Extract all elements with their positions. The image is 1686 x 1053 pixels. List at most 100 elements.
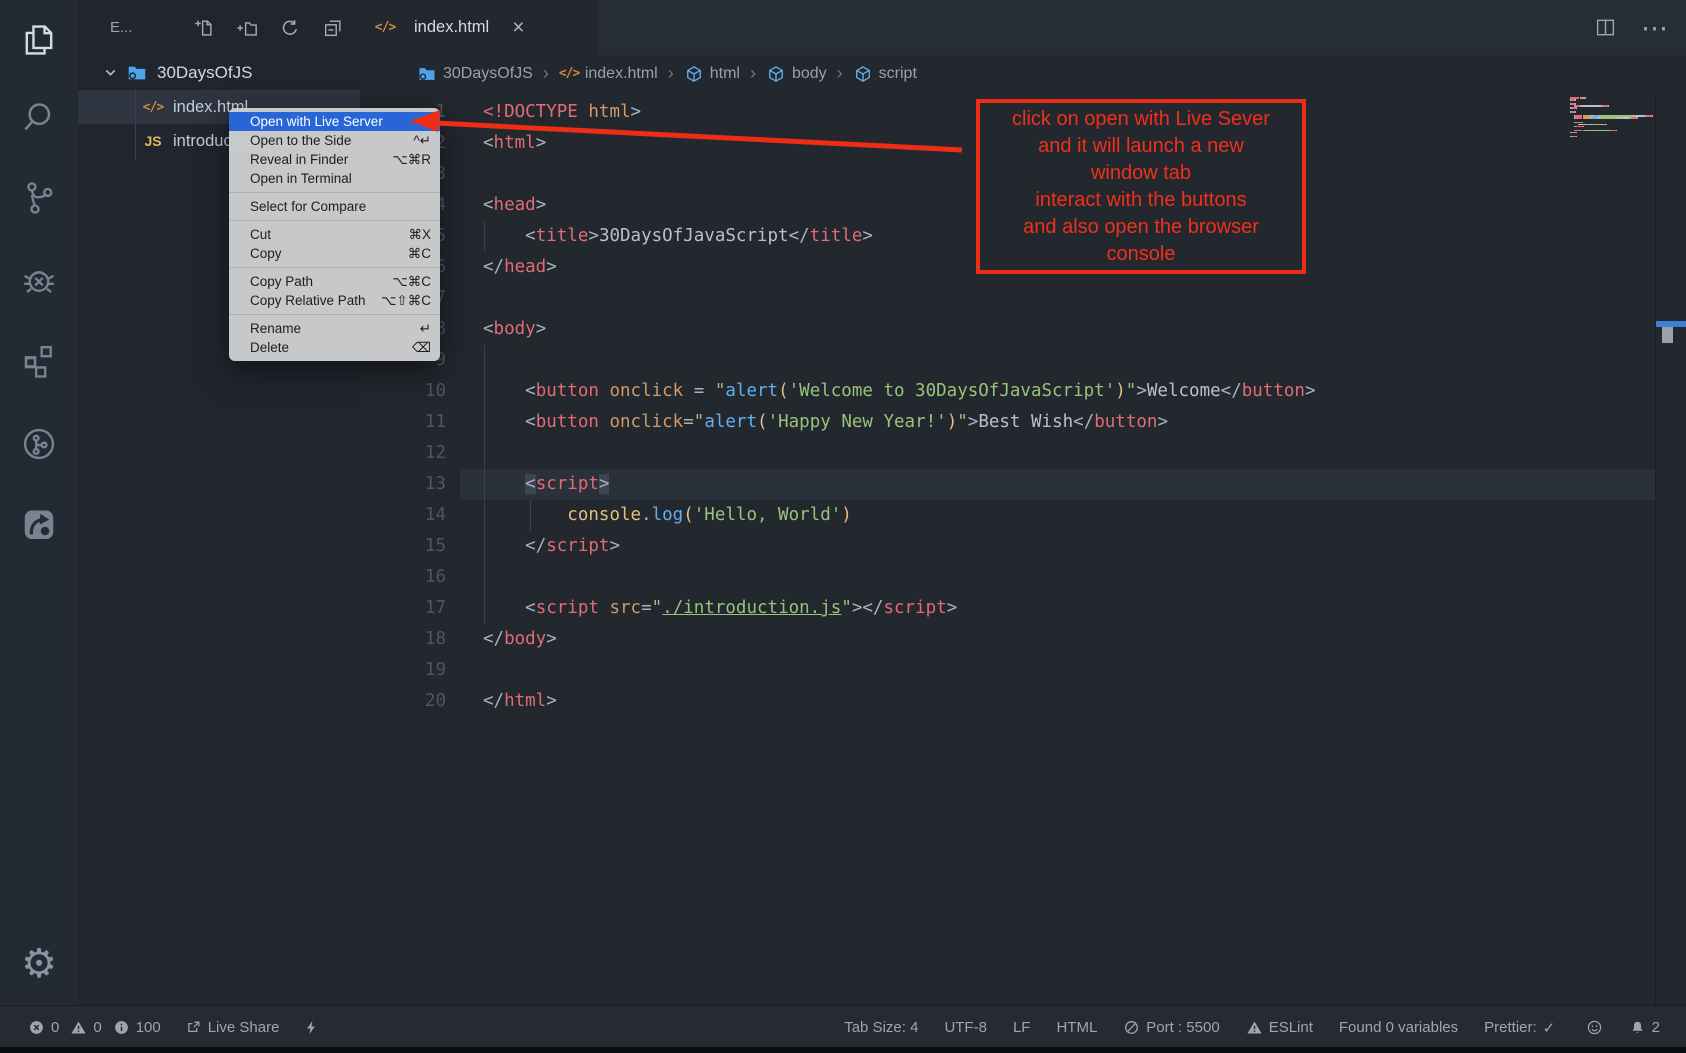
menu-item-label: Cut [250,227,271,242]
menu-item-label: Select for Compare [250,199,366,214]
menu-item-label: Open with Live Server [250,114,383,129]
activity-item-settings[interactable]: ⚙ [0,944,78,982]
activity-item-explorer[interactable] [0,21,78,59]
html-file-icon: </> [559,64,579,84]
status-label: Live Share [208,1019,280,1036]
breadcrumb-item-html[interactable]: html [684,64,740,84]
line-number: 18 [360,624,446,655]
line-number: 17 [360,593,446,624]
status-prettier[interactable]: Prettier:✓ [1484,1019,1560,1036]
tree-indent-guide [135,90,136,160]
menu-item-rename[interactable]: Rename↵ [229,319,440,338]
menu-item-label: Copy Path [250,274,313,289]
activity-item-source-control[interactable] [0,179,78,217]
html-file-icon: </> [142,96,164,118]
status-port[interactable]: Port : 5500 [1123,1019,1219,1036]
status-right: Tab Size: 4 UTF-8 LF HTML Port : 5500 ESLint F… [844,1006,1660,1048]
menu-item-copy[interactable]: Copy⌘C [229,244,440,263]
external-icon [185,1019,202,1036]
menu-item-label: Copy [250,246,282,261]
status-variables[interactable]: Found 0 variables [1339,1019,1458,1036]
more-actions-button[interactable]: ⋯ [1641,19,1668,37]
explorer-title: E... [110,19,133,36]
code-line: 8<body> [360,314,1656,345]
breadcrumb-label: body [792,65,827,83]
code-line: 19 [360,655,1656,686]
scrollbar-thumb[interactable] [1662,327,1673,343]
split-editor-button[interactable] [1594,16,1617,39]
status-eslint[interactable]: ESLint [1246,1019,1313,1036]
menu-separator [229,267,440,268]
menu-item-open-in-terminal[interactable]: Open in Terminal [229,169,440,188]
breadcrumb-item-body[interactable]: body [766,64,827,84]
status-notifications[interactable]: 2 [1629,1019,1660,1036]
status-language-mode[interactable]: HTML [1056,1019,1097,1036]
tree-root-folder[interactable]: 30DaysOfJS [78,55,360,90]
vscode-window: ⚙ E... 30DaysOfJS</>index.htmlJSintroduc… [0,0,1686,1053]
close-icon[interactable]: × [512,16,524,40]
activity-item-run-debug[interactable] [0,261,78,299]
js-file-icon: JS [142,130,164,152]
collapse-all-button[interactable] [322,17,344,39]
status-eol[interactable]: LF [1013,1019,1031,1036]
code-text: <script src="./introduction.js"></script… [446,593,957,624]
extensions-icon [20,341,58,379]
menu-item-open-with-live-server[interactable]: Open with Live Server [229,112,440,131]
breadcrumb-label: script [879,65,917,83]
html-file-icon: </> [374,17,396,39]
status-tab-size[interactable]: Tab Size: 4 [844,1019,918,1036]
status-encoding[interactable]: UTF-8 [944,1019,987,1036]
smiley-icon [1586,1019,1603,1036]
chevron-right-icon: › [668,63,674,84]
new-folder-button[interactable] [236,17,258,39]
minimap[interactable] [1570,97,1656,138]
breadcrumb-item-index.html[interactable]: </>index.html [559,64,658,84]
circle-branch-icon [20,425,58,463]
symbol-cube-icon [766,64,786,84]
menu-item-shortcut: ⌫ [412,340,431,356]
menu-item-shortcut: ^↵ [413,133,431,149]
indent-guide [484,345,485,624]
code-text: console.log('Hello, World') [446,500,852,531]
git-branch-icon [20,179,58,217]
menu-item-copy-path[interactable]: Copy Path⌥⌘C [229,272,440,291]
annotation-text: console [980,241,1302,268]
status-feedback[interactable] [1586,1019,1603,1036]
new-file-button[interactable] [193,17,215,39]
menu-item-select-for-compare[interactable]: Select for Compare [229,197,440,216]
editor-actions: ⋯ [1594,0,1668,55]
code-line: 10 <button onclick = "alert('Welcome to … [360,376,1656,407]
menu-item-label: Rename [250,321,301,336]
chevron-down-icon [102,64,119,81]
activity-item-source-control-graph[interactable] [0,425,78,463]
activity-item-live-share[interactable] [0,505,78,543]
refresh-button[interactable] [279,17,301,39]
menu-item-delete[interactable]: Delete⌫ [229,338,440,357]
menu-separator [229,192,440,193]
explorer-header: E... [78,0,360,55]
chevron-right-icon: › [837,63,843,84]
status-left: 00100 Live Share [28,1006,320,1048]
status-label: Prettier: [1484,1019,1537,1036]
code-line: 15 </script> [360,531,1656,562]
tab-index-html[interactable]: </> index.html × [360,0,597,55]
menu-item-open-to-the-side[interactable]: Open to the Side^↵ [229,131,440,150]
activity-item-extensions[interactable] [0,341,78,379]
menu-item-cut[interactable]: Cut⌘X [229,225,440,244]
code-line: 11 <button onclick="alert('Happy New Yea… [360,407,1656,438]
breadcrumb-item-30DaysOfJS[interactable]: 30DaysOfJS [417,64,533,84]
status-live-share[interactable]: Live Share [185,1019,280,1036]
menu-item-reveal-in-finder[interactable]: Reveal in Finder⌥⌘R [229,150,440,169]
activity-item-search[interactable] [0,99,78,137]
breadcrumb-item-script[interactable]: script [853,64,917,84]
menu-separator [229,314,440,315]
menu-item-copy-relative-path[interactable]: Copy Relative Path⌥⇧⌘C [229,291,440,310]
menu-item-label: Copy Relative Path [250,293,366,308]
window-edge [0,1047,1686,1053]
status-problems[interactable]: 00100 [28,1019,161,1036]
error-icon [28,1019,45,1036]
context-menu: Open with Live ServerOpen to the Side^↵R… [229,108,440,361]
menu-item-label: Reveal in Finder [250,152,348,167]
status-quick-action[interactable] [303,1019,320,1036]
code-text: </html> [446,686,557,717]
